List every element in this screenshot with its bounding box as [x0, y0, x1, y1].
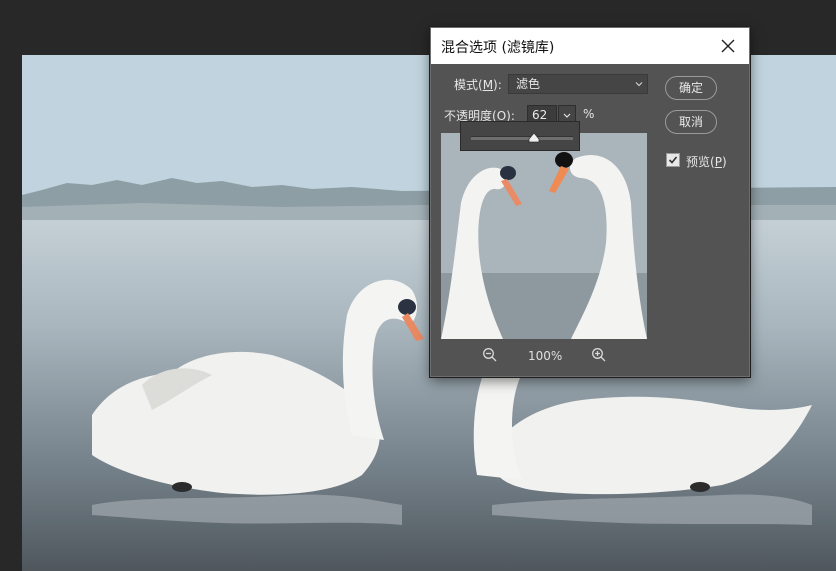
opacity-value: 62 — [532, 108, 548, 122]
zoom-out-icon[interactable] — [482, 347, 498, 363]
zoom-level: 100% — [528, 349, 563, 363]
opacity-slider-track[interactable] — [471, 136, 573, 140]
opacity-slider-popup — [460, 121, 580, 151]
zoom-in-icon[interactable] — [591, 347, 607, 363]
chevron-down-icon — [563, 113, 571, 118]
preview-image[interactable] — [441, 133, 647, 339]
preview-label: 预览(P) — [686, 155, 727, 169]
dialog-title: 混合选项 (滤镜库) — [441, 40, 555, 56]
preview-checkbox[interactable] — [666, 153, 680, 167]
blending-options-dialog: 混合选项 (滤镜库) 模式(M): 滤色 不透明度(O): 62 % 确定 取消… — [430, 27, 750, 377]
checkmark-icon — [668, 156, 678, 164]
close-icon[interactable] — [719, 37, 737, 55]
chevron-down-icon — [635, 82, 643, 87]
opacity-slider-thumb[interactable] — [528, 133, 540, 143]
ok-button[interactable]: 确定 — [665, 76, 717, 100]
cancel-button[interactable]: 取消 — [665, 110, 717, 134]
mode-value: 滤色 — [516, 77, 541, 91]
mode-label: 模式(M): — [454, 78, 502, 92]
mode-select[interactable]: 滤色 — [508, 74, 648, 94]
opacity-unit: % — [583, 107, 595, 121]
preview-swans — [441, 133, 647, 339]
dialog-title-bar[interactable]: 混合选项 (滤镜库) — [431, 28, 749, 64]
